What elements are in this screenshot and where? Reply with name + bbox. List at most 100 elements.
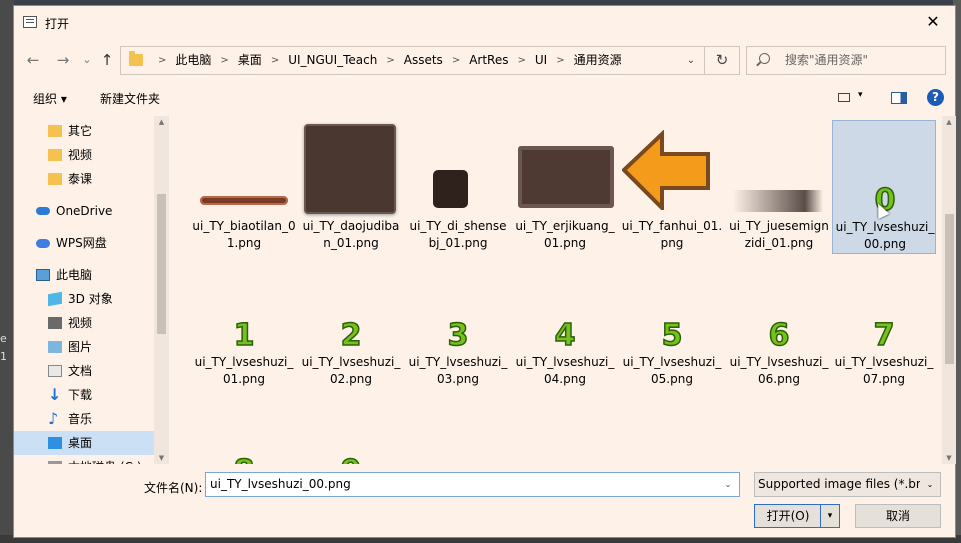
navigation-pane-scrollbar[interactable]: ▲ ▼: [154, 116, 169, 464]
search-box[interactable]: 搜索"通用资源": [746, 46, 946, 75]
3d-objects-icon: [48, 291, 62, 307]
scroll-up-arrow-icon[interactable]: ▲: [942, 118, 956, 126]
folder-icon: [48, 149, 62, 161]
file-item[interactable]: 6 ui_TY_lvseshuzi_06.png: [727, 256, 831, 390]
sidebar-item[interactable]: 下载: [14, 383, 154, 407]
folder-icon: [48, 173, 62, 185]
sidebar-item[interactable]: 泰课: [14, 167, 154, 191]
sidebar-item[interactable]: 视频: [14, 311, 154, 335]
sidebar-item[interactable]: 桌面: [14, 431, 154, 455]
sidebar-item[interactable]: OneDrive: [14, 199, 154, 223]
title-bar-graphic: [200, 196, 288, 205]
file-item[interactable]: ui_TY_juesemignzidi_01.png: [727, 120, 831, 254]
music-icon: [48, 407, 62, 431]
breadcrumb-item[interactable]: Assets: [402, 47, 445, 74]
file-item[interactable]: 3 ui_TY_lvseshuzi_03.png: [406, 256, 510, 390]
file-item[interactable]: ui_TY_di_shensebj_01.png: [406, 120, 510, 254]
file-name: ui_TY_lvseshuzi_06.png: [729, 355, 829, 386]
sidebar-item-label: 文档: [68, 364, 93, 378]
scroll-down-arrow-icon[interactable]: ▼: [154, 454, 169, 462]
dialog-title: 打开: [45, 17, 70, 31]
file-type-filter[interactable]: Supported image files (*.bm ⌄: [754, 472, 941, 497]
sidebar-item[interactable]: 本地磁盘 (C:): [14, 455, 154, 464]
digit-thumbnail: 7: [834, 258, 934, 354]
view-options-icon[interactable]: [838, 93, 850, 102]
view-options-dropdown[interactable]: ▾: [858, 90, 863, 100]
breadcrumb-item[interactable]: 通用资源: [572, 47, 624, 74]
sidebar-item[interactable]: 此电脑: [14, 263, 154, 287]
open-split-dropdown[interactable]: ▾: [820, 505, 839, 527]
refresh-button[interactable]: ↻: [704, 47, 739, 74]
sidebar-item[interactable]: 音乐: [14, 407, 154, 431]
file-item[interactable]: 1 ui_TY_lvseshuzi_01.png: [192, 256, 296, 390]
file-name: ui_TY_erjikuang_01.png: [515, 219, 615, 250]
back-arrow-thumbnail: [622, 122, 722, 218]
sidebar-item[interactable]: 其它: [14, 119, 154, 143]
file-list-scrollbar[interactable]: ▲ ▼: [942, 116, 956, 464]
breadcrumb-separator: >: [517, 55, 526, 66]
background-left-text: e 1: [0, 332, 7, 363]
back-arrow-graphic: [622, 130, 710, 210]
file-item[interactable]: 5 ui_TY_lvseshuzi_05.png: [620, 256, 724, 390]
organize-menu[interactable]: 组织 ▾: [33, 90, 67, 107]
file-item[interactable]: ui_TY_biaotilan_01.png: [192, 120, 296, 254]
digit-thumbnail: 8: [194, 394, 294, 464]
help-icon[interactable]: ?: [927, 89, 944, 106]
address-dropdown-icon[interactable]: ⌄: [681, 47, 701, 74]
open-button[interactable]: 打开(O) ▾: [754, 504, 840, 528]
file-item[interactable]: 7 ui_TY_lvseshuzi_07.png: [832, 256, 936, 390]
cancel-button[interactable]: 取消: [855, 504, 941, 528]
sidebar-item[interactable]: WPS网盘: [14, 231, 154, 255]
breadcrumb-item[interactable]: UI_NGUI_Teach: [286, 47, 379, 74]
file-item[interactable]: 4 ui_TY_lvseshuzi_04.png: [513, 256, 617, 390]
file-type-value: Supported image files (*.bm: [758, 477, 920, 491]
preview-pane-icon[interactable]: [891, 92, 907, 104]
file-item[interactable]: ui_TY_daojudiban_01.png: [299, 120, 403, 254]
filename-input[interactable]: ui_TY_lvseshuzi_00.png ⌄: [205, 472, 740, 497]
item-base-thumbnail: [301, 122, 401, 218]
breadcrumb-item[interactable]: 此电脑: [173, 47, 213, 74]
name-gradient-thumbnail: [729, 122, 829, 218]
scrollbar-thumb[interactable]: [157, 194, 166, 334]
documents-icon: [48, 365, 62, 377]
scroll-up-arrow-icon[interactable]: ▲: [154, 118, 169, 126]
sidebar-item[interactable]: 3D 对象: [14, 287, 154, 311]
forward-button[interactable]: →: [52, 49, 74, 71]
file-item[interactable]: 0 ui_TY_lvseshuzi_00.png: [832, 120, 936, 254]
file-name: ui_TY_lvseshuzi_00.png: [835, 220, 935, 251]
scrollbar-thumb[interactable]: [945, 214, 954, 364]
file-item[interactable]: ui_TY_erjikuang_01.png: [513, 120, 617, 254]
sidebar-item[interactable]: 图片: [14, 335, 154, 359]
file-item[interactable]: 9: [299, 392, 403, 464]
file-item[interactable]: 2 ui_TY_lvseshuzi_02.png: [299, 256, 403, 390]
file-item[interactable]: ui_TY_fanhui_01.png: [620, 120, 724, 254]
navigation-row: ← → ⌄ ↑ > 此电脑 > 桌面 > UI_NGUI_Teach > Ass…: [14, 44, 955, 78]
breadcrumb-item[interactable]: 桌面: [236, 47, 264, 74]
address-bar[interactable]: > 此电脑 > 桌面 > UI_NGUI_Teach > Assets > Ar…: [120, 46, 740, 75]
filename-value[interactable]: ui_TY_lvseshuzi_00.png: [210, 473, 351, 496]
file-item[interactable]: 8: [192, 392, 296, 464]
sidebar-item-label: 泰课: [68, 172, 93, 186]
onedrive-icon: [36, 207, 50, 215]
search-input[interactable]: 搜索"通用资源": [785, 47, 868, 74]
file-name: ui_TY_juesemignzidi_01.png: [729, 219, 829, 250]
new-folder-button[interactable]: 新建文件夹: [100, 90, 160, 107]
up-button[interactable]: ↑: [96, 49, 118, 71]
breadcrumb-item[interactable]: UI: [533, 47, 549, 74]
sidebar-item[interactable]: 文档: [14, 359, 154, 383]
close-button[interactable]: ✕: [911, 6, 955, 38]
chevron-down-icon[interactable]: ⌄: [717, 473, 739, 496]
scroll-down-arrow-icon[interactable]: ▼: [942, 454, 956, 462]
breadcrumb-separator: >: [158, 55, 167, 66]
recent-locations-dropdown[interactable]: ⌄: [76, 49, 98, 71]
open-button-label[interactable]: 打开(O): [755, 505, 821, 527]
file-name: ui_TY_lvseshuzi_07.png: [834, 355, 934, 386]
back-button[interactable]: ←: [22, 49, 44, 71]
chevron-down-icon[interactable]: ⌄: [922, 473, 938, 496]
digit-glyph: 3: [447, 317, 469, 354]
breadcrumb-item[interactable]: ArtRes: [467, 47, 510, 74]
digit-glyph: 7: [873, 317, 895, 354]
sub-frame-graphic: [518, 146, 614, 208]
downloads-icon: [48, 383, 62, 407]
sidebar-item[interactable]: 视频: [14, 143, 154, 167]
